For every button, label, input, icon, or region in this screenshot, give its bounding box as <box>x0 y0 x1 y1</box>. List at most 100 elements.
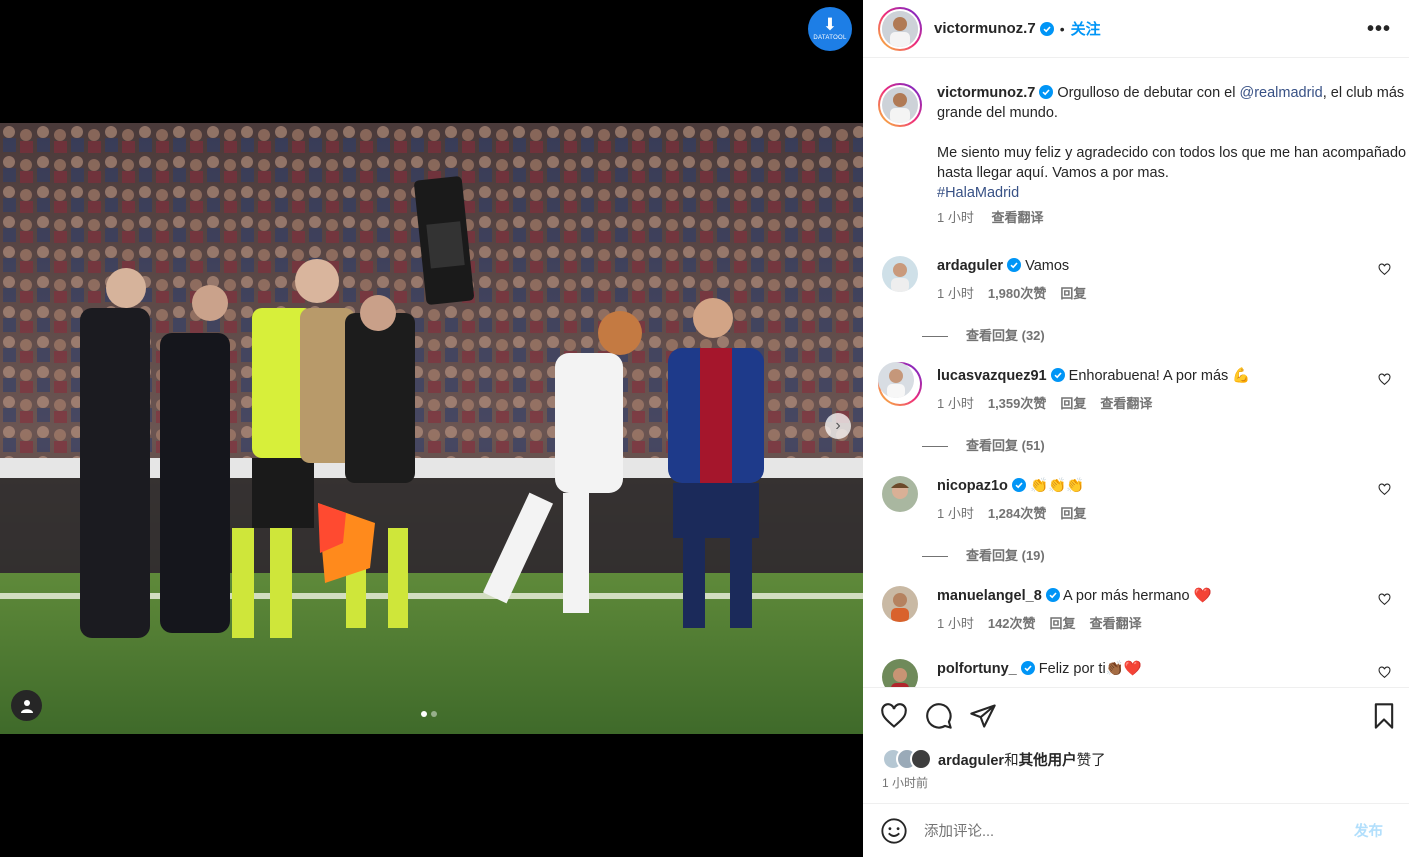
next-slide-button[interactable]: › <box>825 413 851 439</box>
comment-username[interactable]: ardaguler <box>937 258 1003 274</box>
translate-link[interactable]: 查看翻译 <box>1090 616 1142 631</box>
caption-time: 1 小时 <box>937 210 974 225</box>
chevron-right-icon: › <box>835 417 841 434</box>
comment-likes[interactable]: 142次赞 <box>988 616 1036 631</box>
verified-icon <box>1020 661 1035 675</box>
reply-button[interactable]: 回复 <box>1060 396 1086 411</box>
post-header: victormunoz.7 • 关注 ••• <box>863 0 1409 58</box>
post-viewer: ⬇ DATATOOL › victormunoz.7 • 关注 ••• vict… <box>0 0 1409 857</box>
translate-link[interactable]: 查看翻译 <box>991 210 1043 225</box>
commenter-avatar[interactable] <box>882 476 918 512</box>
liked-by-line[interactable]: ardaguler和其他用户赞了 <box>882 748 1106 770</box>
commenter-avatar[interactable] <box>882 586 918 622</box>
comment-like-icon[interactable] <box>1378 593 1391 606</box>
translate-link[interactable]: 查看翻译 <box>1100 396 1152 411</box>
share-send-icon[interactable] <box>969 702 997 730</box>
view-replies-button[interactable]: 查看回复 (32) <box>922 325 1045 344</box>
reply-button[interactable]: 回复 <box>1060 286 1086 301</box>
comment-like-icon[interactable] <box>1378 373 1391 386</box>
post-actions: ardaguler和其他用户赞了 1 小时前 <box>863 687 1409 803</box>
person-icon <box>20 699 33 713</box>
comment-text: Enhorabuena! A por más <box>1068 368 1229 384</box>
more-options-icon[interactable]: ••• <box>1367 18 1391 41</box>
liker-avatars <box>882 748 938 770</box>
comment-username[interactable]: nicopaz1o <box>937 478 1008 494</box>
hashtag-link[interactable]: #HalaMadrid <box>937 183 1407 203</box>
emoji-icon[interactable] <box>880 817 908 845</box>
verified-icon <box>1007 258 1022 272</box>
commenter-avatar[interactable] <box>882 659 918 687</box>
comment-like-icon[interactable] <box>1378 263 1391 276</box>
add-comment-bar: 添加评论... 发布 <box>863 803 1409 857</box>
replies-dash <box>922 336 948 338</box>
comment-username[interactable]: lucasvazquez91 <box>937 368 1047 384</box>
coach-figure <box>80 268 150 638</box>
verified-icon <box>1039 85 1054 99</box>
reply-button[interactable]: 回复 <box>1060 506 1086 521</box>
comment-emoji: 👏👏👏 <box>1029 478 1085 494</box>
verified-icon <box>1045 588 1060 602</box>
avatar <box>910 748 932 770</box>
likes-conjunction: 和 <box>1004 752 1019 769</box>
post-photo[interactable] <box>0 123 863 734</box>
download-badge-icon[interactable]: ⬇ DATATOOL <box>808 7 852 51</box>
other-likers-link[interactable]: 其他用户 <box>1019 753 1077 769</box>
comment-emoji: ❤️ <box>1193 588 1212 604</box>
comment-time: 1 小时 <box>937 506 974 521</box>
verified-icon <box>1050 368 1065 382</box>
comment-text: A por más hermano <box>1063 588 1190 604</box>
comment-emoji: 💪 <box>1232 368 1251 384</box>
commenter-avatar <box>878 362 914 398</box>
comments-scroll-area[interactable]: victormunoz.7 Orgulloso de debutar con e… <box>863 59 1409 687</box>
like-heart-icon[interactable] <box>880 702 908 730</box>
view-replies-button[interactable]: 查看回复 (19) <box>922 545 1045 564</box>
caption-avatar-ring[interactable] <box>878 83 922 127</box>
reply-button[interactable]: 回复 <box>1050 616 1076 631</box>
view-replies-label: 查看回复 (32) <box>966 328 1045 343</box>
media-area: ⬇ DATATOOL › <box>0 0 863 857</box>
comment-text: Vamos <box>1025 258 1070 274</box>
carousel-indicator <box>421 711 437 717</box>
replies-dash <box>922 556 948 558</box>
post-side-panel: victormunoz.7 • 关注 ••• victormunoz.7 Org… <box>863 0 1409 857</box>
view-replies-label: 查看回复 (19) <box>966 548 1045 563</box>
caption-paragraph: Me siento muy feliz y agradecido con tod… <box>937 145 1407 181</box>
comment-bubble-icon[interactable] <box>925 702 953 730</box>
mention-link[interactable]: @realmadrid <box>1240 85 1323 101</box>
view-replies-button[interactable]: 查看回复 (51) <box>922 435 1045 454</box>
tagged-users-button[interactable] <box>11 690 42 721</box>
post-timestamp: 1 小时前 <box>882 776 929 790</box>
follow-button[interactable]: 关注 <box>1071 18 1101 39</box>
caption-text: Orgulloso de debutar con el <box>1057 85 1240 101</box>
author-avatar-ring[interactable] <box>878 6 922 51</box>
comment-time: 1 小时 <box>937 616 974 631</box>
comment-time: 1 小时 <box>937 286 974 301</box>
comment-input[interactable]: 添加评论... <box>924 820 1354 841</box>
post-comment-button[interactable]: 发布 <box>1354 820 1383 841</box>
comment-username[interactable]: polfortuny_ <box>937 661 1017 677</box>
liker-username[interactable]: ardaguler <box>938 753 1004 769</box>
carousel-dot <box>431 711 437 717</box>
comment-like-icon[interactable] <box>1378 483 1391 496</box>
save-bookmark-icon[interactable] <box>1370 702 1398 730</box>
comment-likes[interactable]: 1,980次赞 <box>988 286 1047 301</box>
commenter-avatar[interactable] <box>882 256 918 292</box>
verified-icon <box>1039 21 1054 36</box>
commenter-avatar-ring[interactable] <box>878 362 922 406</box>
likes-action: 赞了 <box>1076 752 1106 769</box>
caption-username[interactable]: victormunoz.7 <box>937 85 1035 101</box>
comment-text: Feliz por ti <box>1038 661 1106 677</box>
separator-dot: • <box>1059 20 1065 37</box>
carousel-dot-active <box>421 711 427 717</box>
comment-likes[interactable]: 1,284次赞 <box>988 506 1047 521</box>
comment-emoji: 👏🏾❤️ <box>1105 661 1142 677</box>
avatar <box>882 10 918 47</box>
replies-dash <box>922 446 948 448</box>
comment-time: 1 小时 <box>937 396 974 411</box>
author-username[interactable]: victormunoz.7 <box>934 20 1036 37</box>
comment-username[interactable]: manuelangel_8 <box>937 588 1042 604</box>
comment-likes[interactable]: 1,359次赞 <box>988 396 1047 411</box>
view-replies-label: 查看回复 (51) <box>966 438 1045 453</box>
verified-icon <box>1011 478 1026 492</box>
comment-like-icon[interactable] <box>1378 666 1391 679</box>
